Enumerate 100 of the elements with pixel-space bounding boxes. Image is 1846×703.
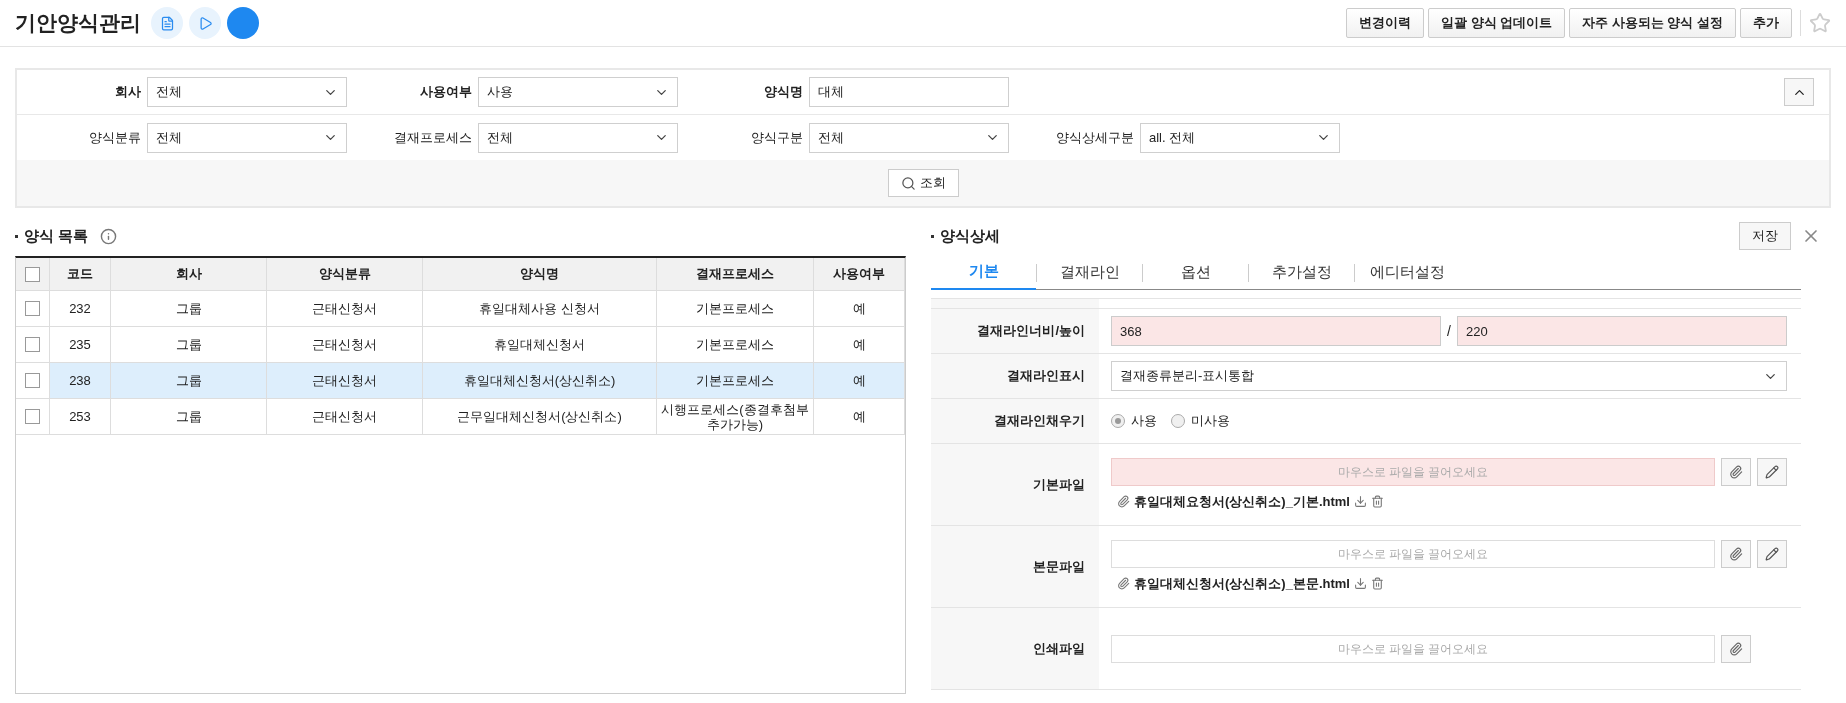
table-cell: 예	[852, 373, 866, 388]
filter-select[interactable]: 전체	[147, 77, 347, 107]
header-button[interactable]: 일괄 양식 업데이트	[1427, 8, 1566, 38]
header-button[interactable]: 변경이력	[1345, 8, 1424, 38]
field-label: 결재라인너비/높이	[977, 322, 1085, 341]
table-cell: 근태신청서	[312, 373, 377, 388]
row-checkbox[interactable]	[25, 337, 40, 352]
filter-label: 사용여부	[419, 83, 473, 102]
tab[interactable]: 옵션	[1143, 255, 1248, 290]
search-button[interactable]: 조회	[887, 169, 959, 197]
document-icon	[159, 15, 175, 31]
row-checkbox[interactable]	[25, 409, 40, 424]
table-row[interactable]: 253 그룹 근태신청서 근무일대체신청서(상신취소) 시행프로세스(종결후첨부추가가능) 예	[16, 399, 905, 435]
filter-label: 양식구분	[750, 128, 804, 147]
table-cell: 그룹	[175, 373, 202, 388]
table-row[interactable]: 238 그룹 근태신청서 휴일대체신청서(상신취소) 기본프로세스 예	[16, 363, 905, 399]
radio-option[interactable]: 미사용	[1171, 411, 1230, 431]
section-title: 양식상세	[940, 225, 1000, 246]
table-cell: 예	[852, 337, 866, 352]
column-header[interactable]: 코드	[67, 264, 93, 284]
pencil-icon	[1765, 464, 1779, 479]
download-icon[interactable]	[1353, 495, 1367, 508]
table-row[interactable]: 235 그룹 근태신청서 휴일대체신청서 기본프로세스 예	[16, 327, 905, 363]
name-input[interactable]: 대체	[809, 77, 1009, 107]
play-button[interactable]	[189, 7, 221, 39]
bullet-icon	[15, 234, 18, 238]
field-label: 본문파일	[1033, 557, 1085, 576]
field-label: 기본파일	[1033, 475, 1085, 494]
header-button[interactable]: 자주 사용되는 양식 설정	[1569, 8, 1736, 38]
edit-button[interactable]	[1757, 539, 1787, 568]
radio-option[interactable]: 사용	[1111, 411, 1157, 431]
table-cell: 그룹	[175, 337, 202, 352]
file-name[interactable]: 휴일대체신청서(상신취소)_본문.html	[1134, 573, 1350, 594]
play-icon	[197, 15, 213, 31]
tab[interactable]: 결재라인	[1037, 255, 1142, 290]
column-header[interactable]: 양식명	[520, 264, 559, 284]
filter-label: 양식명	[763, 83, 804, 102]
select-all-checkbox[interactable]	[25, 266, 40, 282]
separator-text: /	[1446, 321, 1452, 341]
paperclip-icon	[1729, 641, 1743, 656]
column-header[interactable]: 양식분류	[318, 264, 371, 284]
tab[interactable]: 에디터설정	[1355, 255, 1460, 290]
size-input[interactable]: 220	[1456, 316, 1787, 346]
delete-icon[interactable]	[1370, 495, 1384, 508]
filter-select[interactable]: all. 전체	[1140, 122, 1340, 153]
info-icon[interactable]	[100, 227, 118, 245]
section-title: 양식 목록	[24, 225, 89, 246]
column-header[interactable]: 회사	[175, 264, 202, 284]
table-cell: 235	[69, 337, 91, 352]
paperclip-icon	[1729, 546, 1743, 561]
save-button[interactable]: 저장	[1739, 222, 1791, 250]
field-label: 결재라인채우기	[994, 412, 1085, 431]
field-label: 결재라인표시	[1007, 367, 1085, 386]
document-button[interactable]	[151, 7, 183, 39]
search-icon	[900, 175, 916, 191]
table-cell: 근태신청서	[312, 301, 377, 316]
filter-label: 양식분류	[88, 128, 142, 147]
table-cell: 기본프로세스	[696, 301, 774, 316]
attach-button[interactable]	[1721, 539, 1751, 568]
table-cell: 기본프로세스	[696, 373, 774, 388]
attach-button[interactable]	[1721, 457, 1751, 486]
display-select[interactable]: 결재종류분리-표시통합	[1111, 361, 1787, 391]
table-cell: 232	[69, 301, 91, 316]
size-input[interactable]: 368	[1111, 316, 1442, 346]
field-label: 인쇄파일	[1033, 639, 1085, 658]
file-name[interactable]: 휴일대체요청서(상신취소)_기본.html	[1134, 491, 1350, 512]
edit-button[interactable]	[1757, 457, 1787, 486]
table-cell: 그룹	[175, 409, 202, 424]
favorite-star-icon[interactable]	[1809, 12, 1831, 34]
download-icon[interactable]	[1353, 577, 1367, 590]
table-cell: 238	[69, 373, 91, 388]
filter-select[interactable]: 전체	[147, 122, 347, 153]
table-row[interactable]: 232 그룹 근태신청서 휴일대체사용 신청서 기본프로세스 예	[16, 291, 905, 327]
filter-select[interactable]: 전체	[478, 122, 678, 153]
filter-label: 회사	[114, 83, 142, 102]
tab[interactable]: 추가설정	[1249, 255, 1354, 290]
filter-select[interactable]: 사용	[478, 77, 678, 107]
delete-icon[interactable]	[1370, 577, 1384, 590]
table-cell: 휴일대체신청서	[494, 337, 585, 352]
table-cell: 근태신청서	[312, 337, 377, 352]
attach-button[interactable]	[1721, 634, 1751, 663]
table-cell: 근태신청서	[312, 409, 377, 424]
column-header[interactable]: 결재프로세스	[696, 264, 774, 284]
tab[interactable]: 기본	[931, 255, 1036, 290]
table-cell: 예	[852, 301, 866, 316]
paperclip-icon	[1729, 464, 1743, 479]
filter-select[interactable]: 전체	[809, 122, 1009, 153]
filter-label: 양식상세구분	[1055, 128, 1135, 147]
row-checkbox[interactable]	[25, 301, 40, 316]
round-button[interactable]	[227, 7, 259, 39]
header-button[interactable]: 추가	[1740, 8, 1792, 38]
table-cell: 253	[69, 409, 91, 424]
column-header[interactable]: 사용여부	[833, 264, 885, 284]
row-checkbox[interactable]	[25, 373, 40, 388]
table-cell: 휴일대체신청서(상신취소)	[463, 373, 616, 388]
table-cell: 시행프로세스(종결후첨부추가가능)	[661, 401, 809, 432]
paperclip-icon	[1117, 577, 1130, 590]
table-cell: 근무일대체신청서(상신취소)	[457, 409, 622, 424]
bullet-icon	[931, 234, 934, 238]
table-cell: 그룹	[175, 301, 202, 316]
